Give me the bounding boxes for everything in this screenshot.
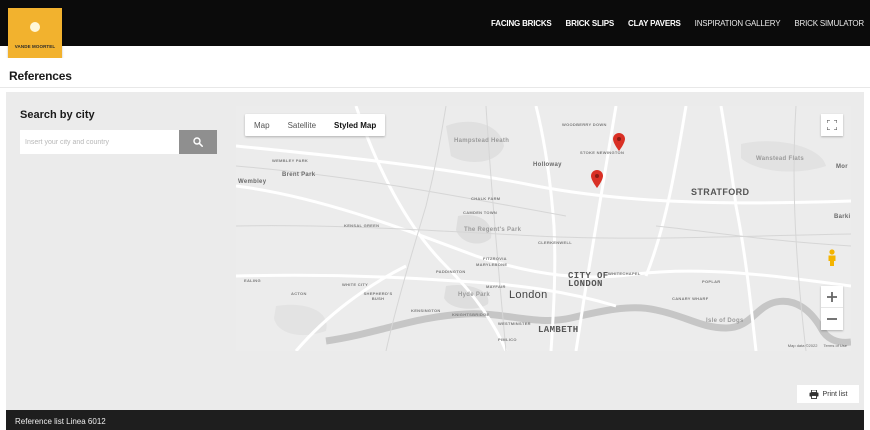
map-label: KENSAL GREEN bbox=[344, 223, 380, 228]
search-button[interactable] bbox=[179, 130, 217, 154]
map-label: CAMDEN TOWN bbox=[463, 210, 498, 215]
map-label: Wanstead Flats bbox=[756, 156, 804, 162]
fullscreen-button[interactable] bbox=[821, 114, 843, 136]
map-label: EALING bbox=[244, 278, 261, 283]
logo-text: VANDE MOORTEL bbox=[14, 44, 56, 49]
zoom-in-button[interactable] bbox=[821, 286, 843, 308]
map-label: KNIGHTSBRIDGE bbox=[452, 312, 490, 317]
map-label: Holloway bbox=[533, 162, 562, 168]
print-list-label: Print list bbox=[822, 390, 848, 398]
street-view-pegman[interactable] bbox=[821, 247, 843, 269]
page-title: References bbox=[9, 69, 72, 83]
pegman-icon bbox=[828, 249, 836, 266]
map-attribution: Map data ©2022 Terms of Use bbox=[788, 343, 847, 348]
map-label: STRATFORD bbox=[691, 187, 750, 197]
map-label: Mor bbox=[836, 164, 848, 170]
map-pin-icon bbox=[591, 170, 603, 188]
nav-inspiration-gallery[interactable]: INSPIRATION GALLERY bbox=[695, 19, 781, 28]
zoom-out-button[interactable] bbox=[821, 308, 843, 330]
print-list-button[interactable]: Print list bbox=[797, 385, 859, 403]
map-label: CITY OF LONDON bbox=[568, 271, 609, 289]
map-label: FITZROVIA bbox=[483, 256, 507, 261]
reference-list-title: Reference list Linea 6012 bbox=[15, 417, 106, 426]
reference-map[interactable]: Wembley Brent Park WEMBLEY PARK Hampstea… bbox=[236, 106, 851, 351]
map-label: CHALK FARM bbox=[471, 196, 501, 201]
main-nav: FACING BRICKS BRICK SLIPS CLAY PAVERS IN… bbox=[491, 0, 864, 46]
map-label: LAMBETH bbox=[538, 325, 579, 335]
map-label: MAYFAIR bbox=[486, 284, 506, 289]
brand-logo[interactable]: VANDE MOORTEL bbox=[8, 8, 62, 58]
map-pin-icon bbox=[613, 133, 625, 151]
nav-clay-pavers[interactable]: CLAY PAVERS bbox=[628, 19, 681, 28]
minus-icon bbox=[827, 318, 837, 320]
map-label: CLERKENWELL bbox=[538, 240, 572, 245]
map-label: CANARY WHARF bbox=[672, 296, 709, 301]
zoom-control bbox=[821, 286, 843, 330]
page-header: References bbox=[0, 58, 870, 88]
map-type-control: Map Satellite Styled Map bbox=[245, 114, 386, 136]
map-label: WHITECHAPEL bbox=[608, 271, 641, 276]
map-label: KENSINGTON bbox=[411, 308, 441, 313]
map-label: WOODBERRY DOWN bbox=[562, 122, 607, 127]
terms-of-use-link[interactable]: Terms of Use bbox=[823, 343, 847, 348]
nav-brick-simulator[interactable]: BRICK SIMULATOR bbox=[794, 19, 864, 28]
map-tiles bbox=[236, 106, 851, 351]
map-label: MARYLEBONE bbox=[476, 262, 508, 267]
reference-marker[interactable] bbox=[613, 133, 625, 156]
city-search-input[interactable] bbox=[20, 130, 179, 154]
map-label: PIMLICO bbox=[498, 337, 517, 342]
map-type-styled[interactable]: Styled Map bbox=[325, 114, 385, 136]
map-label: WHITE CITY bbox=[342, 282, 369, 287]
plus-icon bbox=[827, 291, 837, 302]
search-icon bbox=[193, 137, 203, 147]
references-panel: Search by city Insert your city and coun… bbox=[6, 92, 864, 430]
map-type-map[interactable]: Map bbox=[245, 114, 279, 136]
nav-brick-slips[interactable]: BRICK SLIPS bbox=[566, 19, 615, 28]
map-type-satellite[interactable]: Satellite bbox=[279, 114, 325, 136]
map-label: Wembley bbox=[238, 179, 267, 185]
logo-sun-icon bbox=[30, 22, 40, 32]
map-label: Brent Park bbox=[282, 172, 316, 178]
map-label: London bbox=[509, 289, 548, 301]
nav-facing-bricks[interactable]: FACING BRICKS bbox=[491, 19, 552, 28]
map-label: PADDINGTON bbox=[436, 269, 466, 274]
map-label: Hyde Park bbox=[458, 292, 491, 298]
fullscreen-icon bbox=[827, 120, 837, 130]
search-heading: Search by city bbox=[20, 109, 95, 121]
map-data-credit: Map data ©2022 bbox=[787, 343, 818, 348]
map-label: SHEPHERD'S BUSH bbox=[363, 291, 393, 301]
map-label: Isle of Dogs bbox=[706, 318, 744, 324]
map-label: Hampstead Heath bbox=[454, 138, 510, 144]
map-label: POPLAR bbox=[702, 279, 721, 284]
map-label: The Regent's Park bbox=[464, 227, 522, 233]
map-label: WEMBLEY PARK bbox=[272, 158, 309, 163]
map-label: WESTMINSTER bbox=[498, 321, 531, 326]
reference-marker[interactable] bbox=[591, 170, 603, 193]
map-label: ACTON bbox=[291, 291, 307, 296]
top-navigation-bar: FACING BRICKS BRICK SLIPS CLAY PAVERS IN… bbox=[0, 0, 870, 46]
printer-icon bbox=[809, 389, 819, 399]
reference-list-header: Reference list Linea 6012 bbox=[6, 410, 864, 430]
map-label: Barki bbox=[834, 214, 851, 220]
